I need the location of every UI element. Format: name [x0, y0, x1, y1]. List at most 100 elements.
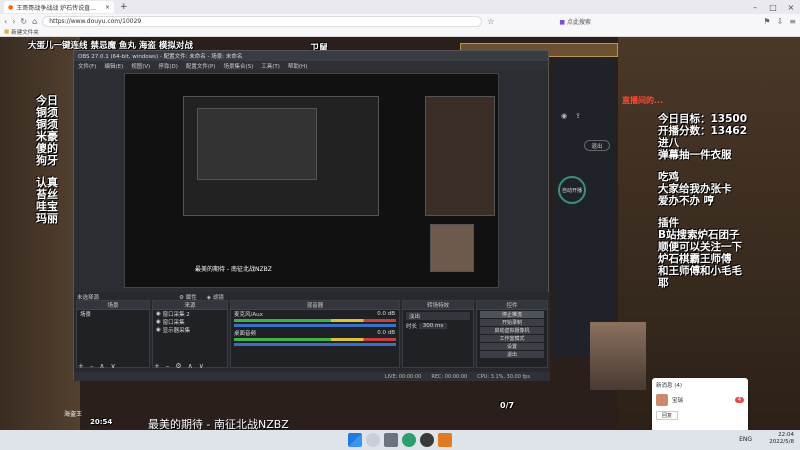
remove-scene-icon[interactable]: –: [90, 362, 94, 370]
browser-tab[interactable]: ● 王哥哥战争战战 炉石传说直... ×: [4, 1, 114, 13]
panel-user-icon[interactable]: ◉: [561, 112, 567, 120]
panel-auto-start-button[interactable]: 自动开播: [558, 176, 586, 204]
obs-menu-help[interactable]: 帮助(H): [288, 62, 307, 70]
download-icon[interactable]: ⇩: [777, 17, 784, 26]
stream-caption: 最美的期待 - 南征北战NZBZ: [148, 418, 289, 430]
address-bar-row: ‹ › ↻ ⌂ https://www.douyu.com/10029 ☆ ■ …: [0, 14, 800, 28]
move-up-icon[interactable]: ∧: [99, 362, 104, 370]
virtual-camera-button[interactable]: 启动虚拟摄像机: [480, 327, 544, 334]
studio-mode-button[interactable]: 工作室模式: [480, 335, 544, 342]
mixer-header: 混音器: [231, 301, 399, 310]
duration-input[interactable]: 300 ms: [418, 323, 448, 329]
tab-favicon-icon: ●: [8, 3, 14, 11]
nested-webcam: [430, 224, 474, 272]
source-item[interactable]: ◉ 窗口采集: [153, 318, 227, 326]
cpu-fps: CPU: 3.1%, 30.00 fps: [477, 373, 530, 380]
new-tab-icon[interactable]: +: [120, 2, 128, 12]
obs-title-bar: OBS 27.0.1 (64-bit, windows) - 配置文件: 未命名…: [74, 51, 548, 61]
transition-select[interactable]: 淡出: [406, 312, 470, 320]
input-language[interactable]: ENG: [739, 436, 752, 443]
eye-icon[interactable]: ◉: [156, 319, 161, 325]
source-item[interactable]: ◉ 窗口采集 2: [153, 310, 227, 318]
browser-taskbar-icon[interactable]: [402, 433, 416, 447]
obs-menu-profile[interactable]: 配置文件(P): [186, 62, 216, 70]
tab-close-icon[interactable]: ×: [105, 4, 110, 11]
obs-menu-dock[interactable]: 停靠(D): [158, 62, 178, 70]
stop-streaming-button[interactable]: 停止推流: [480, 311, 544, 318]
scenes-dock: 场景 场景: [76, 300, 150, 368]
sources-toolbar: + – ⚙ ∧ ∨: [154, 362, 204, 370]
reply-button[interactable]: 回复: [656, 411, 678, 420]
task-view-icon[interactable]: [384, 433, 398, 447]
preview-caption: 最美的期待 - 南征北战NZBZ: [195, 266, 272, 273]
forward-icon[interactable]: ›: [12, 17, 15, 26]
transitions-header: 转场特效: [403, 301, 473, 310]
star-icon[interactable]: ☆: [487, 17, 494, 26]
stream-bottom-left: 海盗王: [64, 411, 83, 418]
obs-menu-bar: 文件(F) 编辑(E) 视图(V) 停靠(D) 配置文件(P) 场景集合(S) …: [74, 61, 548, 70]
url-input[interactable]: https://www.douyu.com/10029: [42, 15, 483, 27]
exit-button[interactable]: 退出: [480, 351, 544, 358]
eye-icon[interactable]: ◉: [156, 311, 161, 317]
obs-menu-file[interactable]: 文件(F): [78, 62, 96, 70]
mixer-channel-label: 桌面音频 0.0 dB: [234, 330, 395, 337]
streaming-tool-panel: ◉ ⇪: [553, 57, 616, 357]
minimize-icon[interactable]: –: [746, 3, 764, 12]
obs-window: OBS 27.0.1 (64-bit, windows) - 配置文件: 未命名…: [73, 50, 550, 381]
panel-exit-button[interactable]: 退出: [584, 140, 610, 151]
panel-share-icon[interactable]: ⇪: [575, 112, 581, 120]
notification-row[interactable]: 宝瑞 4: [652, 392, 748, 408]
obs-menu-tools[interactable]: 工具(T): [261, 62, 280, 70]
obs-taskbar-icon[interactable]: [420, 433, 434, 447]
remove-source-icon[interactable]: –: [166, 362, 170, 370]
back-icon[interactable]: ‹: [4, 17, 7, 26]
nested-overlay: [425, 96, 495, 216]
extension-icon[interactable]: ⚑: [763, 17, 770, 26]
home-icon[interactable]: ⌂: [32, 17, 37, 26]
system-clock[interactable]: 22:04 2022/5/8: [769, 432, 794, 446]
source-up-icon[interactable]: ∧: [188, 362, 193, 370]
add-source-icon[interactable]: +: [154, 362, 160, 370]
scenes-toolbar: + – ∧ ∨: [78, 362, 116, 370]
notification-title: 新消息 (4): [656, 383, 683, 389]
obs-docks: 未选择源 ⚙ 属性 ◈ 滤镜 场景 场景 来源 ◉ 窗口采集 2 ◉ 窗口采集 …: [74, 292, 550, 381]
menu-icon[interactable]: ≡: [789, 17, 796, 26]
search-icon: ■: [559, 18, 566, 26]
desktop-level-meter: [234, 338, 396, 341]
settings-button[interactable]: 设置: [480, 343, 544, 350]
source-item[interactable]: ◉ 显示器采集: [153, 326, 227, 334]
obs-menu-scene-collection[interactable]: 场景集合(S): [223, 62, 253, 70]
sources-header: 来源: [153, 301, 227, 310]
app-taskbar-icon[interactable]: [438, 433, 452, 447]
search-box[interactable]: ■ 点此搜索: [559, 17, 591, 26]
nested-capture-2: [197, 108, 317, 180]
obs-menu-view[interactable]: 视图(V): [131, 62, 150, 70]
controls-dock: 控件 停止推流 开始录制 启动虚拟摄像机 工作室模式 设置 退出: [476, 300, 548, 368]
bookmark-bar: ■ 新建文件夹: [0, 28, 800, 37]
live-time: LIVE: 00:00:00: [384, 373, 422, 380]
maximize-icon[interactable]: □: [764, 3, 782, 12]
eye-icon[interactable]: ◉: [156, 327, 161, 333]
source-down-icon[interactable]: ∨: [199, 362, 204, 370]
unread-badge: 4: [734, 397, 744, 403]
source-settings-icon[interactable]: ⚙: [175, 362, 181, 370]
refresh-icon[interactable]: ↻: [20, 17, 27, 26]
sources-dock: 来源 ◉ 窗口采集 2 ◉ 窗口采集 ◉ 显示器采集: [152, 300, 228, 368]
move-down-icon[interactable]: ∨: [111, 362, 116, 370]
start-recording-button[interactable]: 开始录制: [480, 319, 544, 326]
rec-time: REC: 00:00:00: [431, 373, 468, 380]
mic-volume-slider[interactable]: [234, 324, 396, 327]
bookmark-folder[interactable]: 新建文件夹: [11, 28, 39, 36]
add-scene-icon[interactable]: +: [78, 362, 84, 370]
search-taskbar-icon[interactable]: [366, 433, 380, 447]
start-icon[interactable]: [348, 433, 362, 447]
tab-title: 王哥哥战争战战 炉石传说直...: [16, 4, 96, 12]
desktop-volume-slider[interactable]: [234, 343, 396, 346]
obs-preview[interactable]: 最美的期待 - 南征北战NZBZ: [124, 73, 499, 288]
scene-item[interactable]: 场景: [77, 310, 149, 318]
obs-menu-edit[interactable]: 编辑(E): [104, 62, 123, 70]
sender-name: 宝瑞: [672, 398, 684, 404]
close-window-icon[interactable]: ×: [782, 3, 800, 12]
obs-status-bar: LIVE: 00:00:00 REC: 00:00:00 CPU: 3.1%, …: [74, 372, 550, 381]
message-notification[interactable]: 新消息 (4) 宝瑞 4 回复: [652, 378, 748, 432]
